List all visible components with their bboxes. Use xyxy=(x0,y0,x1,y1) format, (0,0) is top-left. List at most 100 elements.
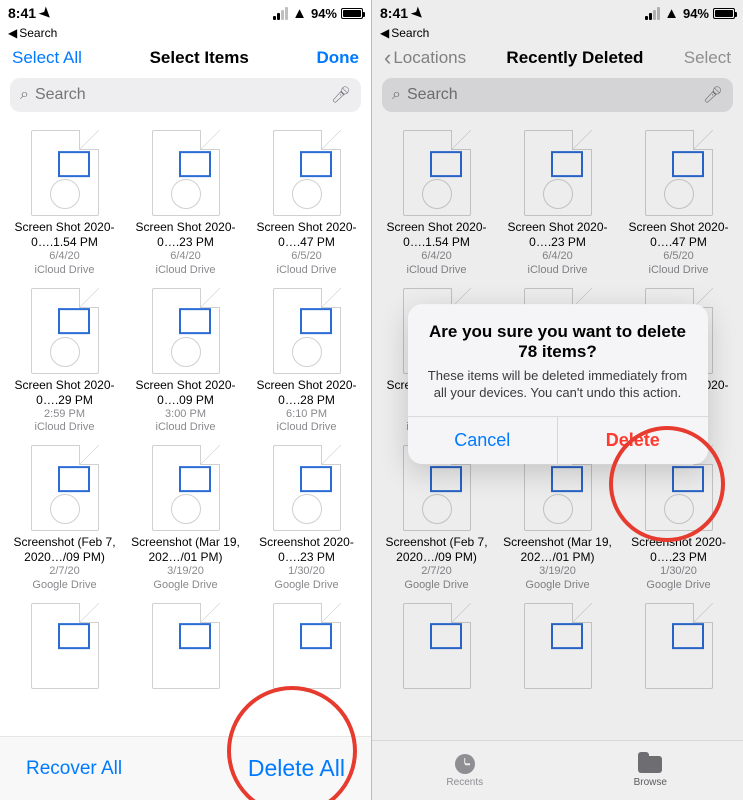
file-location: iCloud Drive xyxy=(248,421,365,435)
confirm-delete-alert: Are you sure you want to delete 78 items… xyxy=(408,304,708,464)
status-time: 8:41 xyxy=(8,5,36,21)
tab-browse[interactable]: Browse xyxy=(558,741,743,800)
file-item[interactable]: Screen Shot 2020-0….47 PM6/5/20iCloud Dr… xyxy=(618,124,739,282)
file-name: Screen Shot 2020-0….09 PM xyxy=(127,378,244,408)
file-item[interactable] xyxy=(125,597,246,697)
location-arrow-icon: ➤ xyxy=(408,3,428,23)
wifi-icon: ︎▲ xyxy=(664,5,679,22)
battery-pct: 94% xyxy=(311,6,337,21)
file-thumbnail xyxy=(31,130,99,216)
file-item[interactable]: Screen Shot 2020-0….47 PM6/5/20iCloud Dr… xyxy=(246,124,367,282)
status-time: 8:41 xyxy=(380,5,408,21)
alert-delete-button[interactable]: Delete xyxy=(557,417,708,464)
file-item[interactable]: Screen Shot 2020-0….09 PM3:00 PMiCloud D… xyxy=(125,282,246,440)
tab-recents[interactable]: Recents xyxy=(372,741,558,800)
file-item[interactable]: Screenshot 2020-0….23 PM1/30/20Google Dr… xyxy=(246,439,367,597)
alert-cancel-button[interactable]: Cancel xyxy=(408,417,558,464)
file-item[interactable]: Screen Shot 2020-0….28 PM6:10 PMiCloud D… xyxy=(246,282,367,440)
file-name: Screenshot (Mar 19, 202…/01 PM) xyxy=(499,535,616,565)
file-thumbnail xyxy=(524,130,592,216)
file-date: 6:10 PM xyxy=(248,408,365,422)
nav-title: Recently Deleted xyxy=(506,48,643,68)
search-icon: ⌕ xyxy=(20,86,29,104)
file-date: 3/19/20 xyxy=(127,565,244,579)
search-icon: ⌕ xyxy=(392,86,401,104)
file-name: Screenshot 2020-0….23 PM xyxy=(248,535,365,565)
mic-icon[interactable]: 🎤︎ xyxy=(331,85,351,105)
search-field[interactable]: ⌕ 🎤︎ xyxy=(10,78,361,112)
mic-icon[interactable]: 🎤︎ xyxy=(703,85,723,105)
search-input[interactable] xyxy=(407,86,697,104)
select-all-button[interactable]: Select All xyxy=(12,48,82,68)
file-date: 2:59 PM xyxy=(6,408,123,422)
search-field[interactable]: ⌕ 🎤︎ xyxy=(382,78,733,112)
file-location: iCloud Drive xyxy=(620,264,737,278)
location-arrow-icon: ➤ xyxy=(36,3,56,23)
file-name: Screen Shot 2020-0….1.54 PM xyxy=(6,220,123,250)
file-thumbnail xyxy=(403,130,471,216)
file-thumbnail xyxy=(31,288,99,374)
file-thumbnail xyxy=(273,603,341,689)
file-thumbnail xyxy=(31,445,99,531)
file-item[interactable]: Screen Shot 2020-0….1.54 PM6/4/20iCloud … xyxy=(4,124,125,282)
done-button[interactable]: Done xyxy=(316,48,359,68)
file-date: 6/4/20 xyxy=(127,250,244,264)
nav-bar: ‹Locations Recently Deleted Select xyxy=(372,42,743,78)
file-name: Screenshot (Mar 19, 202…/01 PM) xyxy=(127,535,244,565)
file-date: 3/19/20 xyxy=(499,565,616,579)
back-breadcrumb[interactable]: ◀Search xyxy=(372,26,743,42)
file-item[interactable] xyxy=(4,597,125,697)
file-date: 6/5/20 xyxy=(620,250,737,264)
status-bar: 8:41➤ ︎▲ 94% xyxy=(372,0,743,26)
file-date: 6/4/20 xyxy=(6,250,123,264)
file-item[interactable]: Screenshot (Mar 19, 202…/01 PM)3/19/20Go… xyxy=(125,439,246,597)
file-thumbnail xyxy=(31,603,99,689)
file-location: Google Drive xyxy=(127,579,244,593)
wifi-icon: ︎▲ xyxy=(292,5,307,22)
alert-title: Are you sure you want to delete 78 items… xyxy=(426,322,690,362)
file-thumbnail xyxy=(524,603,592,689)
recover-all-button[interactable]: Recover All xyxy=(26,758,122,780)
file-location: iCloud Drive xyxy=(499,264,616,278)
file-date: 6/4/20 xyxy=(378,250,495,264)
file-thumbnail xyxy=(645,603,713,689)
file-location: iCloud Drive xyxy=(127,264,244,278)
file-location: iCloud Drive xyxy=(248,264,365,278)
back-breadcrumb[interactable]: ◀Search xyxy=(0,26,371,42)
file-thumbnail xyxy=(152,603,220,689)
back-button[interactable]: ‹Locations xyxy=(384,48,466,68)
file-name: Screen Shot 2020-0….47 PM xyxy=(248,220,365,250)
select-button[interactable]: Select xyxy=(684,48,731,68)
file-item[interactable]: Screen Shot 2020-0….23 PM6/4/20iCloud Dr… xyxy=(125,124,246,282)
search-input[interactable] xyxy=(35,86,325,104)
file-date: 1/30/20 xyxy=(248,565,365,579)
file-date: 3:00 PM xyxy=(127,408,244,422)
file-item[interactable] xyxy=(376,597,497,697)
alert-subtitle: These items will be deleted immediately … xyxy=(426,368,690,402)
file-name: Screenshot (Feb 7, 2020…/09 PM) xyxy=(378,535,495,565)
file-item[interactable] xyxy=(497,597,618,697)
battery-icon xyxy=(713,8,735,19)
file-item[interactable]: Screenshot (Feb 7, 2020…/09 PM)2/7/20Goo… xyxy=(4,439,125,597)
nav-title: Select Items xyxy=(150,48,249,68)
file-item[interactable] xyxy=(618,597,739,697)
file-name: Screen Shot 2020-0….28 PM xyxy=(248,378,365,408)
file-location: iCloud Drive xyxy=(6,421,123,435)
file-location: Google Drive xyxy=(378,579,495,593)
tab-bar: Recents Browse xyxy=(372,740,743,800)
file-location: Google Drive xyxy=(499,579,616,593)
file-thumbnail xyxy=(273,445,341,531)
file-thumbnail xyxy=(152,288,220,374)
file-item[interactable]: Screen Shot 2020-0….23 PM6/4/20iCloud Dr… xyxy=(497,124,618,282)
battery-icon xyxy=(341,8,363,19)
file-item[interactable]: Screen Shot 2020-0….29 PM2:59 PMiCloud D… xyxy=(4,282,125,440)
file-name: Screenshot 2020-0….23 PM xyxy=(620,535,737,565)
file-item[interactable] xyxy=(246,597,367,697)
bottom-toolbar: Recover All Delete All xyxy=(0,736,371,800)
file-item[interactable]: Screen Shot 2020-0….1.54 PM6/4/20iCloud … xyxy=(376,124,497,282)
delete-all-button[interactable]: Delete All xyxy=(248,755,345,782)
file-name: Screen Shot 2020-0….23 PM xyxy=(499,220,616,250)
file-date: 6/5/20 xyxy=(248,250,365,264)
file-date: 2/7/20 xyxy=(6,565,123,579)
file-location: iCloud Drive xyxy=(127,421,244,435)
